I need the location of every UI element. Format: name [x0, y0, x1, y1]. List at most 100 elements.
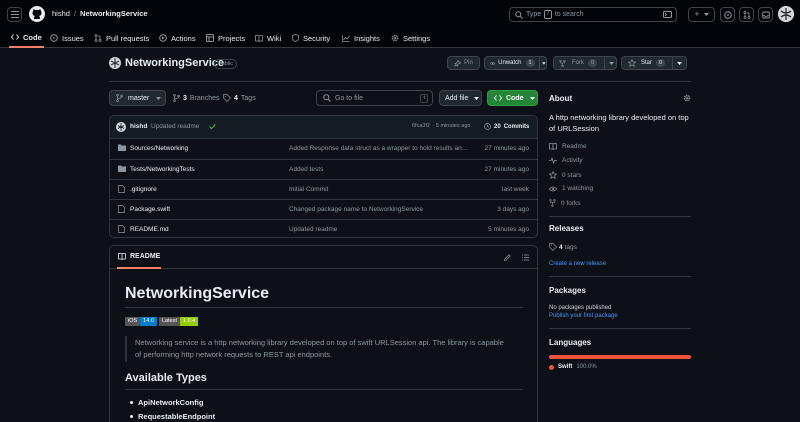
chevron-down-icon[interactable]: [542, 61, 546, 65]
add-file-button[interactable]: Add file: [439, 90, 482, 106]
list-icon[interactable]: [522, 254, 529, 261]
readme-tab-label: README: [130, 253, 161, 260]
avatar-image: [778, 6, 794, 22]
folder-icon: [118, 165, 126, 172]
tab-wiki[interactable]: Wiki: [255, 28, 281, 48]
branch-select-button[interactable]: master: [109, 90, 166, 106]
chevron-down-icon: [529, 96, 535, 100]
issues-button[interactable]: [720, 7, 735, 22]
file-row[interactable]: .gitignore Initial Commit last week: [110, 179, 537, 199]
tab-issues[interactable]: Issues: [50, 28, 84, 48]
star-button[interactable]: Star 0: [621, 56, 687, 70]
check-icon[interactable]: [209, 124, 216, 129]
github-logo-icon[interactable]: [29, 6, 45, 22]
tags-link[interactable]: 4 Tags: [223, 94, 256, 102]
commit-dot: ·: [432, 123, 434, 129]
readme-link[interactable]: Readme: [549, 143, 587, 150]
readme-title: NetworkingService: [125, 285, 270, 302]
stars-link[interactable]: 0 stars: [549, 171, 582, 179]
book-icon: [118, 253, 126, 260]
file-name[interactable]: Package.swift: [130, 206, 170, 213]
file-name[interactable]: Tests/NetworkingTests: [130, 166, 195, 173]
activity-link[interactable]: Activity: [549, 157, 583, 164]
tab-insights[interactable]: Insights: [342, 28, 380, 48]
history-icon: [484, 123, 491, 130]
file-row[interactable]: Sources/Networking Added Response data s…: [110, 139, 537, 159]
code-button[interactable]: Code: [487, 90, 538, 106]
file-name[interactable]: Sources/Networking: [130, 145, 188, 152]
latest-badge-value: 1.0.4: [179, 317, 199, 326]
readme-link-label: Readme: [562, 143, 587, 150]
gear-icon[interactable]: [683, 94, 691, 102]
about-description: A http networking library developed on t…: [549, 113, 689, 133]
publish-package-link[interactable]: Publish your first package: [549, 313, 618, 319]
tab-actions[interactable]: Actions: [159, 28, 196, 48]
latest-badge-label: Latest: [159, 317, 180, 326]
bullet: [130, 401, 133, 404]
file-commit-message[interactable]: Initial Commit: [289, 186, 471, 193]
ios-badge[interactable]: iOS 14.0: [125, 317, 157, 326]
file-commit-message[interactable]: Added tests: [289, 166, 471, 173]
branch-icon: [173, 94, 180, 102]
code-button-label: Code: [506, 94, 524, 102]
commit-hash[interactable]: 6fca3f2: [412, 123, 430, 129]
commit-time: 5 minutes ago: [435, 123, 471, 129]
go-to-file-placeholder: Go to file: [335, 94, 364, 102]
repo-link[interactable]: NetworkingService: [80, 9, 148, 18]
file-name[interactable]: .gitignore: [130, 186, 157, 193]
pin-label: Pin: [464, 60, 473, 66]
tab-pull-requests[interactable]: Pull requests: [94, 28, 149, 48]
commits-history-link[interactable]: 20 Commits: [484, 123, 529, 130]
activity-link-label: Activity: [562, 157, 583, 164]
language-item-swift[interactable]: Swift 100.0%: [549, 364, 597, 370]
commit-message[interactable]: Updated readme: [151, 123, 199, 130]
commit-author-avatar[interactable]: [116, 122, 126, 132]
packages-heading[interactable]: Packages: [549, 286, 586, 295]
fork-button[interactable]: Fork 0: [553, 56, 617, 70]
releases-heading[interactable]: Releases: [549, 224, 584, 233]
notifications-button[interactable]: [758, 7, 773, 22]
pull-requests-button[interactable]: [739, 7, 754, 22]
file-row[interactable]: README.md Updated readme 5 minutes ago: [110, 219, 537, 238]
graph-icon: [342, 35, 350, 42]
create-new-button[interactable]: +: [688, 7, 715, 22]
latest-version-badge[interactable]: Latest 1.0.4: [159, 317, 199, 326]
tab-settings[interactable]: Settings: [391, 28, 430, 48]
go-to-file-shortcut: t: [420, 94, 428, 103]
forks-link[interactable]: 0 forks: [549, 199, 581, 207]
file-row[interactable]: Package.swift Changed package name to Ne…: [110, 199, 537, 219]
file-commit-message[interactable]: Added Response data struct as a wrapper …: [289, 145, 471, 152]
inbox-icon: [761, 11, 770, 18]
watchers-link[interactable]: 1 watching: [549, 185, 593, 192]
file-commit-message[interactable]: Changed package name to NetworkingServic…: [289, 206, 471, 213]
tab-code[interactable]: Code: [9, 28, 44, 48]
unwatch-label: Unwatch: [498, 60, 522, 66]
chevron-down-icon[interactable]: [677, 61, 683, 65]
pin-button[interactable]: Pin: [447, 56, 480, 70]
file-commit-time: 3 days ago: [497, 206, 529, 213]
type-name: ApiNetworkConfig: [138, 398, 204, 407]
pencil-icon[interactable]: [504, 254, 511, 261]
search-placeholder-rest: to search: [554, 11, 584, 18]
create-release-link[interactable]: Create a new release: [549, 261, 606, 267]
hamburger-menu-button[interactable]: [7, 7, 22, 22]
chevron-down-icon: [156, 96, 162, 100]
tab-projects[interactable]: Projects: [206, 28, 245, 48]
user-avatar[interactable]: [778, 6, 794, 22]
chevron-down-icon[interactable]: [609, 61, 615, 65]
go-to-file-input[interactable]: Go to file t: [316, 90, 433, 106]
repo-title[interactable]: NetworkingService: [125, 57, 224, 69]
global-search-input[interactable]: Type / to search: [509, 7, 677, 22]
readme-tab[interactable]: README: [118, 253, 160, 260]
owner-link[interactable]: hishd: [52, 9, 70, 18]
file-row[interactable]: Tests/NetworkingTests Added tests 27 min…: [110, 159, 537, 179]
file-name[interactable]: README.md: [130, 226, 169, 233]
command-palette-icon[interactable]: [663, 11, 672, 18]
file-commit-message[interactable]: Updated readme: [289, 226, 471, 233]
unwatch-button[interactable]: Unwatch 1: [484, 56, 547, 70]
commit-author[interactable]: hishd: [130, 123, 147, 130]
branches-link[interactable]: 3 Branches: [173, 94, 219, 102]
tab-security[interactable]: Security: [292, 28, 330, 48]
issue-icon: [723, 10, 732, 19]
release-tags-link[interactable]: 4 tags: [549, 243, 577, 251]
